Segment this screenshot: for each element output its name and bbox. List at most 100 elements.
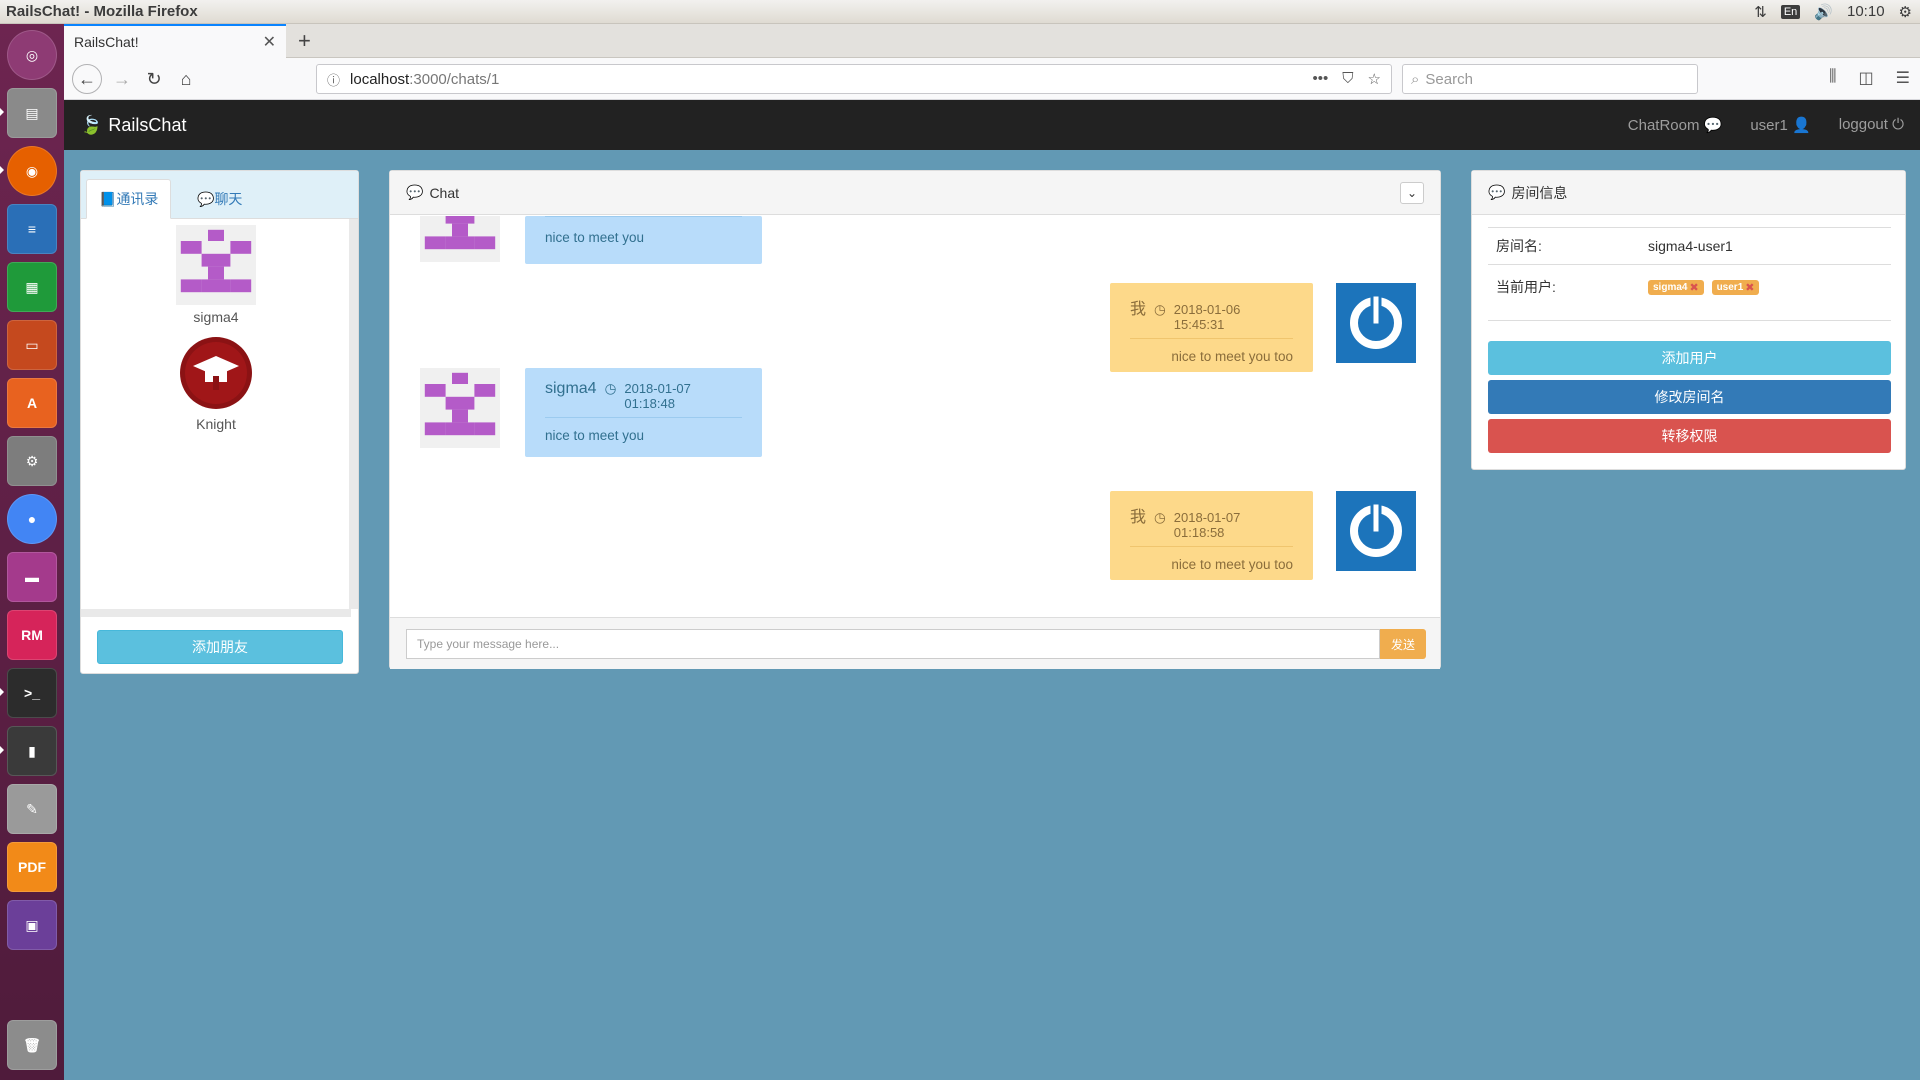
software-center-icon[interactable]: A	[7, 378, 57, 428]
comments-icon: 💬	[1488, 184, 1506, 200]
message-list[interactable]: nice to meet you 我 ◷ 2018-01-06 15:45:31 n…	[390, 216, 1440, 608]
contact-list: sigma4 Knight	[81, 219, 351, 603]
transfer-permission-button[interactable]: 转移权限	[1488, 419, 1891, 453]
vertical-scrollbar[interactable]	[349, 219, 358, 609]
forward-arrow-icon[interactable]: →	[108, 65, 136, 93]
identicon-avatar	[176, 225, 256, 305]
identicon-avatar	[420, 368, 500, 448]
message-text: nice to meet you	[545, 428, 645, 443]
screenshot-tool-icon[interactable]: ▣	[7, 900, 57, 950]
message-time: 2018-01-07 01:18:58	[1173, 510, 1241, 540]
brand-name: RailsChat	[108, 114, 187, 135]
ubuntu-dash-icon[interactable]: ◎	[7, 30, 57, 80]
terminal-icon[interactable]: >_	[7, 668, 57, 718]
chat-panel: 💬 Chat ⌄ nice to meet you 我 ◷ 2018-01-06 1…	[389, 170, 1441, 669]
power-logo-avatar	[1336, 491, 1416, 571]
menu-icon[interactable]: ☰	[1896, 68, 1910, 88]
search-input[interactable]: ⌕ Search	[1402, 64, 1698, 94]
nav-chatroom[interactable]: ChatRoom 💬	[1628, 116, 1723, 134]
graduation-cap-avatar	[180, 337, 252, 409]
contacts-tabs: 📘 通讯录 💬 聊天	[81, 171, 358, 219]
settings-gear-icon[interactable]: ⚙	[1899, 3, 1912, 21]
room-name-row: 房间名: sigma4-user1	[1488, 227, 1891, 264]
library-icon[interactable]: ⫼	[1829, 68, 1836, 88]
tab-contacts[interactable]: 📘 通讯录	[86, 179, 172, 219]
new-tab-icon[interactable]: +	[298, 28, 311, 54]
bookmark-star-icon[interactable]: ☆	[1368, 70, 1381, 88]
comments-icon: 💬	[197, 190, 215, 207]
nav-user-label: user1	[1750, 117, 1788, 134]
browser-tab[interactable]: RailsChat! ✕	[64, 24, 286, 58]
contact-item[interactable]: sigma4	[81, 225, 351, 325]
clock[interactable]: 10:10	[1847, 3, 1885, 20]
remove-user-icon[interactable]: ✖	[1689, 281, 1698, 294]
message-sender: 我	[1130, 509, 1147, 526]
nav-logout[interactable]: loggout ⏻	[1839, 116, 1904, 134]
app-navbar: 🍃 RailsChat ChatRoom 💬 user1 👤 loggout ⏻	[64, 100, 1920, 150]
rubymine-icon[interactable]: RM	[7, 610, 57, 660]
room-users-label: 当前用户:	[1496, 279, 1556, 295]
tab-close-icon[interactable]: ✕	[263, 32, 276, 52]
send-button[interactable]: 发送	[1380, 629, 1426, 659]
nav-user[interactable]: user1 👤	[1750, 116, 1810, 134]
trash-icon[interactable]: 🗑	[7, 1020, 57, 1070]
site-info-icon[interactable]: ⓘ	[327, 70, 340, 89]
power-logo-avatar	[1336, 283, 1416, 363]
horizontal-scrollbar[interactable]	[81, 609, 351, 617]
power-icon: ⏻	[1892, 116, 1904, 133]
ubuntu-launcher: ◎ ▤ ◉ ≡ ▦ ▭ A ⚙ ● ▬ RM >_ ▮ ✎ PDF ▣ 🗑	[0, 24, 64, 1080]
text-editor-icon[interactable]: ✎	[7, 784, 57, 834]
reload-icon[interactable]: ↻	[140, 65, 168, 93]
identicon-avatar	[420, 216, 500, 262]
sidebar-icon[interactable]: ◫	[1859, 68, 1874, 88]
contact-item[interactable]: Knight	[81, 336, 351, 432]
add-user-button[interactable]: 添加用户	[1488, 341, 1891, 375]
message-input[interactable]: Type your message here...	[406, 629, 1380, 659]
back-arrow-icon[interactable]: ←	[72, 64, 102, 94]
pocket-icon[interactable]: ⛉	[1342, 70, 1353, 88]
leaf-icon: 🍃	[80, 114, 103, 135]
pdf-reader-icon[interactable]: PDF	[7, 842, 57, 892]
room-users-row: 当前用户: sigma4 ✖ user1 ✖	[1488, 264, 1891, 321]
clock-icon: ◷	[604, 381, 617, 396]
chevron-down-icon[interactable]: ⌄	[1400, 181, 1424, 204]
running-indicator	[0, 166, 4, 174]
page-actions-icon[interactable]: •••	[1313, 70, 1329, 88]
message-sender: 我	[1130, 301, 1147, 318]
room-name-label: 房间名:	[1496, 238, 1542, 254]
tab-chats[interactable]: 💬 聊天	[185, 179, 254, 219]
user-tag: sigma4 ✖	[1648, 280, 1704, 295]
writer-icon[interactable]: ≡	[7, 204, 57, 254]
url-bar[interactable]: ⓘ localhost:3000/chats/1 ••• ⛉ ☆	[316, 64, 1392, 94]
brand-link[interactable]: 🍃 RailsChat	[64, 115, 186, 136]
server-icon[interactable]: ▮	[7, 726, 57, 776]
chrome-icon[interactable]: ●	[7, 494, 57, 544]
message-sender: sigma4	[545, 380, 597, 397]
home-icon[interactable]: ⌂	[172, 65, 200, 93]
rename-room-button[interactable]: 修改房间名	[1488, 380, 1891, 414]
impress-icon[interactable]: ▭	[7, 320, 57, 370]
files-icon[interactable]: ▤	[7, 88, 57, 138]
volume-icon[interactable]: 🔊	[1814, 3, 1833, 21]
url-path: :3000/chats/1	[409, 70, 500, 88]
system-settings-icon[interactable]: ⚙	[7, 436, 57, 486]
add-friend-button[interactable]: 添加朋友	[97, 630, 343, 664]
network-icon[interactable]: ⇅	[1754, 3, 1767, 21]
comments-icon: 💬	[406, 184, 424, 200]
message-bubble: sigma4 ◷ 2018-01-07 01:18:48 nice to meet …	[525, 368, 762, 457]
app-window-icon[interactable]: ▬	[7, 552, 57, 602]
message-bubble: 我 ◷ 2018-01-07 01:18:58 nice to meet you t…	[1110, 491, 1313, 580]
keyboard-layout-indicator[interactable]: En	[1780, 4, 1801, 19]
browser-toolbar: ← → ↻ ⌂ ⓘ localhost:3000/chats/1 ••• ⛉ ☆…	[64, 58, 1920, 100]
running-indicator	[0, 746, 4, 754]
firefox-icon[interactable]: ◉	[7, 146, 57, 196]
book-icon: 📘	[99, 190, 117, 207]
tab-contacts-label: 通讯录	[116, 191, 159, 207]
search-icon: ⌕	[1411, 70, 1420, 88]
contact-name: sigma4	[193, 309, 239, 325]
user-tag-name: user1	[1716, 282, 1744, 293]
remove-user-icon[interactable]: ✖	[1745, 281, 1754, 294]
chat-footer: Type your message here... 发送	[390, 617, 1440, 669]
calc-icon[interactable]: ▦	[7, 262, 57, 312]
clock-icon: ◷	[1154, 510, 1166, 525]
